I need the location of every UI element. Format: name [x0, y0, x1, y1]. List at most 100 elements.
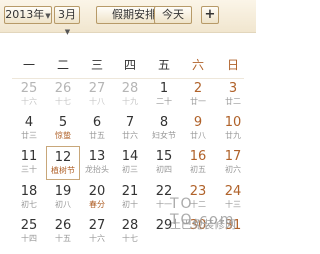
lunar-date: 廿九 [225, 131, 241, 140]
day-cell[interactable]: 5 惊蛰 [46, 112, 80, 146]
day-number: 1 [159, 81, 169, 96]
lunar-date: 廿一 [190, 97, 206, 106]
month-select[interactable]: 3月 ▼ [54, 6, 80, 36]
day-cell[interactable]: 26 十七 [46, 78, 80, 112]
day-cell[interactable]: 13 龙抬头 [80, 146, 114, 180]
lunar-date: 十七 [55, 97, 71, 106]
calendar-toolbar: 2013年▼ 3月▼ 假期安排 今天 + [0, 0, 256, 36]
lunar-date: 十五 [55, 234, 71, 243]
day-cell[interactable]: 16 初五 [181, 146, 215, 180]
day-number: 15 [155, 149, 173, 164]
day-cell[interactable]: 8 妇女节 [147, 112, 181, 146]
weekday-header: 一二三四五六日 [12, 56, 252, 74]
day-number: 27 [88, 81, 106, 96]
day-number: 26 [54, 81, 72, 96]
lunar-date: 惊蛰 [55, 131, 71, 140]
lunar-date: 妇女节 [152, 131, 176, 140]
day-number: 28 [121, 218, 139, 233]
day-cell[interactable]: 9 廿八 [181, 112, 215, 146]
day-number: 19 [54, 184, 72, 199]
day-number: 16 [189, 149, 207, 164]
lunar-date: 十六 [21, 97, 37, 106]
day-number: 26 [54, 218, 72, 233]
lunar-date: 植树节 [51, 166, 75, 175]
lunar-date: 廿三 [21, 131, 37, 140]
lunar-date: 十七 [122, 234, 138, 243]
day-cell[interactable]: 4 廿三 [12, 112, 46, 146]
day-number: 3 [228, 81, 238, 96]
lunar-date: 廿五 [89, 131, 105, 140]
day-cell[interactable]: 28 十九 [113, 78, 147, 112]
day-number: 25 [20, 81, 38, 96]
day-number: 12 [54, 150, 72, 165]
day-cell[interactable]: 14 初三 [113, 146, 147, 180]
weekday-label: 五 [157, 58, 170, 72]
day-number: 28 [121, 81, 139, 96]
day-number: 4 [24, 115, 34, 130]
day-number: 17 [224, 149, 242, 164]
lunar-date: 春分 [89, 200, 105, 209]
lunar-date: 十八 [89, 97, 105, 106]
day-cell[interactable]: 11 三十 [12, 146, 46, 180]
weekday-label: 一 [22, 58, 35, 72]
weekday-label: 日 [226, 58, 239, 72]
lunar-date: 廿八 [190, 131, 206, 140]
day-cell[interactable]: 12 植树节 [46, 146, 80, 180]
day-number: 25 [20, 218, 38, 233]
day-number: 8 [159, 115, 169, 130]
add-event-button[interactable]: + [201, 6, 219, 24]
day-cell[interactable]: 7 廿六 [113, 112, 147, 146]
year-select[interactable]: 2013年▼ [4, 6, 52, 24]
lunar-date: 二十 [156, 97, 172, 106]
day-number: 13 [88, 149, 106, 164]
day-number: 18 [20, 184, 38, 199]
day-cell[interactable]: 10 廿九 [216, 112, 250, 146]
lunar-date: 三十 [21, 165, 37, 174]
lunar-date: 初七 [21, 200, 37, 209]
day-number: 11 [20, 149, 38, 164]
day-cell[interactable]: 15 初四 [147, 146, 181, 180]
day-number: 20 [88, 184, 106, 199]
day-cell[interactable]: 25 十四 [12, 215, 46, 249]
weekday-label: 六 [191, 58, 204, 72]
day-cell[interactable]: 18 初七 [12, 181, 46, 215]
day-number: 5 [58, 115, 68, 130]
day-cell[interactable]: 27 十六 [80, 215, 114, 249]
today-button[interactable]: 今天 [154, 6, 192, 24]
lunar-date: 廿二 [225, 97, 241, 106]
day-cell[interactable]: 25 十六 [12, 78, 46, 112]
day-cell[interactable]: 20 春分 [80, 181, 114, 215]
lunar-date: 初三 [122, 165, 138, 174]
chevron-down-icon: ▼ [45, 12, 51, 20]
weekday-label: 二 [56, 58, 69, 72]
day-cell[interactable]: 2 廿一 [181, 78, 215, 112]
day-number: 10 [224, 115, 242, 130]
lunar-date: 初六 [225, 165, 241, 174]
chevron-down-icon: ▼ [64, 28, 71, 36]
month-value: 3月 [58, 8, 76, 21]
lunar-date: 初十 [122, 200, 138, 209]
lunar-date: 初八 [55, 200, 71, 209]
day-cell[interactable]: 26 十五 [46, 215, 80, 249]
day-cell[interactable]: 19 初八 [46, 181, 80, 215]
watermark-text: 土巴兔装修网 [170, 218, 236, 231]
lunar-date: 十九 [122, 97, 138, 106]
day-cell[interactable]: 1 二十 [147, 78, 181, 112]
lunar-date: 初五 [190, 165, 206, 174]
day-number: 27 [88, 218, 106, 233]
calendar-widget: 2013年▼ 3月▼ 假期安排 今天 + 一二三四五六日 25 十六 26 十七 27 十… [0, 0, 256, 254]
day-number: 7 [125, 115, 135, 130]
year-value: 2013年 [5, 8, 45, 21]
day-number: 6 [92, 115, 102, 130]
day-cell[interactable]: 3 廿二 [216, 78, 250, 112]
weekday-label: 三 [90, 58, 103, 72]
day-cell[interactable]: 28 十七 [113, 215, 147, 249]
day-number: 2 [193, 81, 203, 96]
day-cell[interactable]: 17 初六 [216, 146, 250, 180]
day-number: 21 [121, 184, 139, 199]
day-number: 9 [193, 115, 203, 130]
day-cell[interactable]: 27 十八 [80, 78, 114, 112]
lunar-date: 初四 [156, 165, 172, 174]
day-cell[interactable]: 6 廿五 [80, 112, 114, 146]
day-cell[interactable]: 21 初十 [113, 181, 147, 215]
